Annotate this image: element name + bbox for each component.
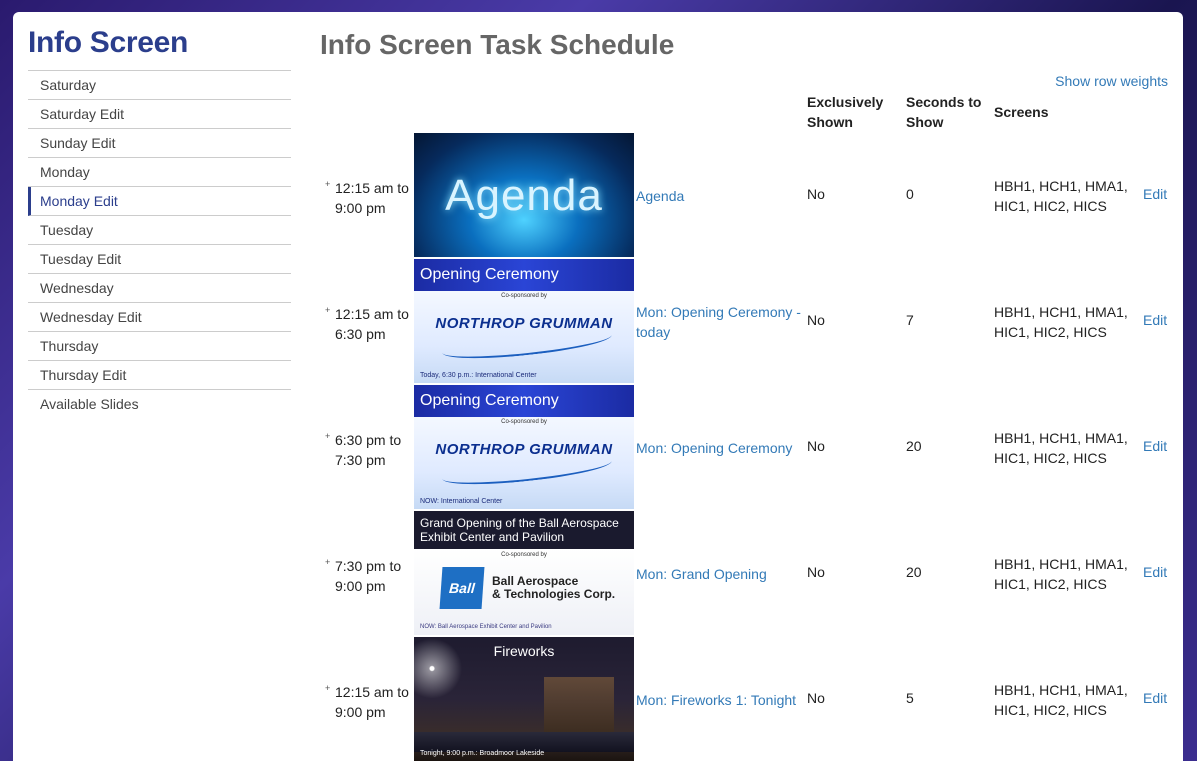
- sidebar-item-thursday-edit[interactable]: Thursday Edit: [28, 361, 291, 390]
- sidebar-item-wednesday-edit[interactable]: Wednesday Edit: [28, 303, 291, 332]
- sidebar-item-wednesday[interactable]: Wednesday: [28, 274, 291, 303]
- table-row: + 7:30 pm to 9:00 pm Grand Opening of th…: [320, 511, 1180, 637]
- building-silhouette: [544, 677, 614, 737]
- ball-logo: Ball: [439, 567, 485, 609]
- slide-title-link[interactable]: Mon: Fireworks 1: Tonight: [636, 690, 808, 710]
- exclusive-value: No: [807, 312, 825, 328]
- sidebar-item-tuesday-edit[interactable]: Tuesday Edit: [28, 245, 291, 274]
- sidebar-item-sunday-edit[interactable]: Sunday Edit: [28, 129, 291, 158]
- sidebar-item-monday-edit[interactable]: Monday Edit: [28, 187, 291, 216]
- slide-title-link[interactable]: Mon: Opening Ceremony: [636, 438, 808, 458]
- table-row: + 12:15 am to 9:00 pm Agenda Agenda No 0…: [320, 133, 1180, 259]
- exclusive-value: No: [807, 564, 825, 580]
- expand-mark[interactable]: +: [325, 174, 330, 194]
- time-range: + 6:30 pm to 7:30 pm: [320, 430, 414, 470]
- header-screens: Screens: [994, 104, 1049, 120]
- edit-link[interactable]: Edit: [1143, 312, 1167, 328]
- slide-thumbnail-grand-opening: Grand Opening of the Ball Aerospace Exhi…: [414, 511, 634, 635]
- slide-title-link[interactable]: Agenda: [636, 186, 808, 206]
- show-row-weights-link[interactable]: Show row weights: [1055, 73, 1168, 89]
- sidebar-item-saturday-edit[interactable]: Saturday Edit: [28, 100, 291, 129]
- seconds-value: 7: [906, 312, 914, 328]
- page-title: Info Screen Task Schedule: [320, 29, 675, 60]
- screens-value: HBH1, HCH1, HMA1, HIC1, HIC2, HICS: [994, 556, 1128, 592]
- seconds-value: 20: [906, 564, 922, 580]
- main-content: Info Screen Task Schedule Show row weigh…: [320, 12, 1180, 761]
- sidebar: Info Screen Saturday Saturday Edit Sunda…: [28, 12, 291, 419]
- screens-value: HBH1, HCH1, HMA1, HIC1, HIC2, HICS: [994, 682, 1128, 718]
- time-range: + 12:15 am to 6:30 pm: [320, 304, 414, 344]
- exclusive-value: No: [807, 438, 825, 454]
- sidebar-item-tuesday[interactable]: Tuesday: [28, 216, 291, 245]
- sidebar-item-saturday[interactable]: Saturday: [28, 71, 291, 100]
- sidebar-item-thursday[interactable]: Thursday: [28, 332, 291, 361]
- edit-link[interactable]: Edit: [1143, 438, 1167, 454]
- edit-link[interactable]: Edit: [1143, 564, 1167, 580]
- slide-title-link[interactable]: Mon: Grand Opening: [636, 564, 808, 584]
- screens-value: HBH1, HCH1, HMA1, HIC1, HIC2, HICS: [994, 304, 1128, 340]
- slide-thumbnail-opening-ceremony: Opening Ceremony Co-sponsored by NORTHRO…: [414, 385, 634, 509]
- brand-title[interactable]: Info Screen: [28, 12, 291, 70]
- screens-value: HBH1, HCH1, HMA1, HIC1, HIC2, HICS: [994, 178, 1128, 214]
- expand-mark[interactable]: +: [325, 426, 330, 446]
- sidebar-item-available-slides[interactable]: Available Slides: [28, 390, 291, 419]
- edit-link[interactable]: Edit: [1143, 186, 1167, 202]
- expand-mark[interactable]: +: [325, 300, 330, 320]
- table-row: + 6:30 pm to 7:30 pm Opening Ceremony Co…: [320, 385, 1180, 511]
- seconds-value: 20: [906, 438, 922, 454]
- content-panel: Info Screen Saturday Saturday Edit Sunda…: [13, 12, 1183, 761]
- screens-value: HBH1, HCH1, HMA1, HIC1, HIC2, HICS: [994, 430, 1128, 466]
- slide-title-link[interactable]: Mon: Opening Ceremony - today: [636, 302, 808, 342]
- lake: [414, 732, 634, 752]
- exclusive-value: No: [807, 186, 825, 202]
- seconds-value: 5: [906, 690, 914, 706]
- sidebar-item-monday[interactable]: Monday: [28, 158, 291, 187]
- expand-mark[interactable]: +: [325, 678, 330, 698]
- slide-thumbnail-opening-ceremony: Opening Ceremony Co-sponsored by NORTHRO…: [414, 259, 634, 383]
- slide-thumbnail-agenda: Agenda: [414, 133, 634, 257]
- time-range: + 7:30 pm to 9:00 pm: [320, 556, 414, 596]
- time-range: + 12:15 am to 9:00 pm: [320, 178, 414, 218]
- edit-link[interactable]: Edit: [1143, 690, 1167, 706]
- time-range: + 12:15 am to 9:00 pm: [320, 682, 414, 722]
- table-row: + 12:15 am to 6:30 pm Opening Ceremony C…: [320, 259, 1180, 385]
- expand-mark[interactable]: +: [325, 552, 330, 572]
- sidebar-nav: Saturday Saturday Edit Sunday Edit Monda…: [28, 70, 291, 419]
- slide-thumbnail-fireworks: Fireworks Tonight, 9:00 p.m.: Broadmoor …: [414, 637, 634, 761]
- table-row: + 12:15 am to 9:00 pm Fireworks Tonight,…: [320, 637, 1180, 761]
- header-exclusively-shown: Exclusively Shown: [807, 94, 884, 130]
- header-seconds-to-show: Seconds to Show: [906, 94, 982, 130]
- seconds-value: 0: [906, 186, 914, 202]
- table-header: Exclusively Shown Seconds to Show Screen…: [320, 92, 1180, 132]
- exclusive-value: No: [807, 690, 825, 706]
